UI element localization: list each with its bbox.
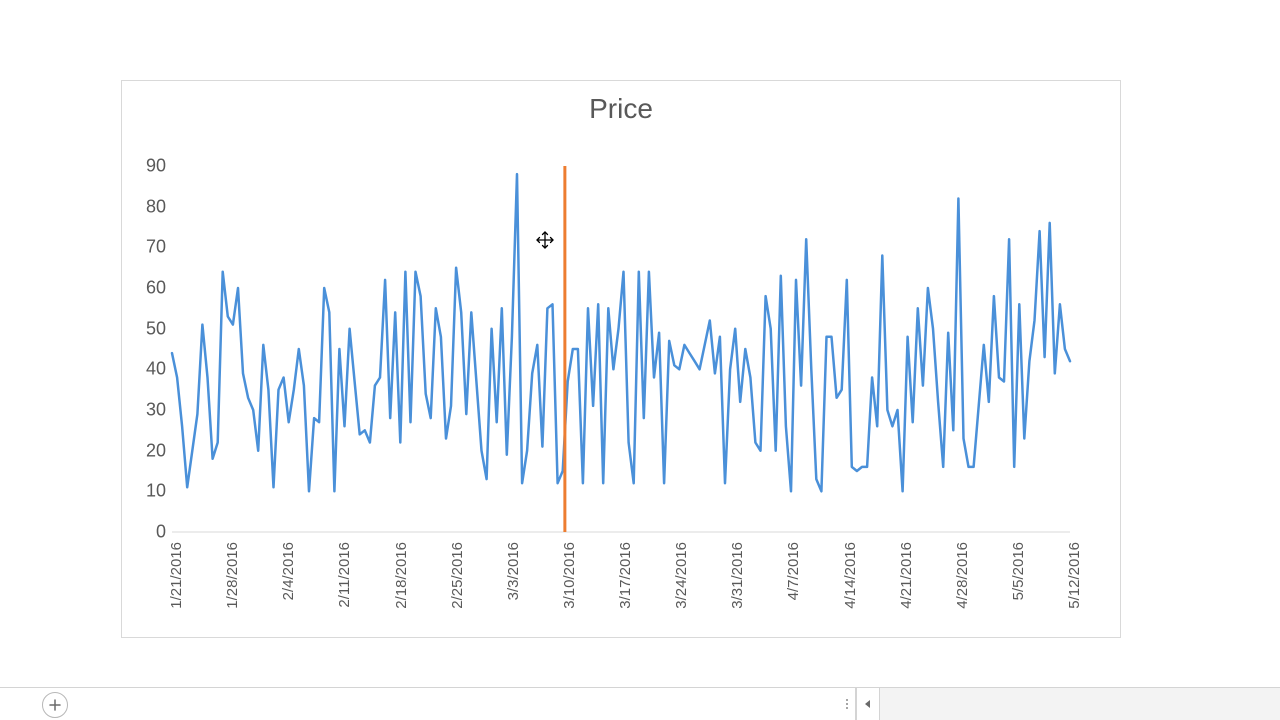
- x-tick-label: 5/5/2016: [1010, 542, 1027, 600]
- y-tick-label: 60: [146, 278, 166, 299]
- x-tick-label: 2/25/2016: [449, 542, 466, 609]
- y-tick-label: 0: [156, 522, 166, 543]
- triangle-left-icon: [863, 699, 873, 709]
- y-tick-label: 70: [146, 237, 166, 258]
- x-tick-label: 2/4/2016: [280, 542, 297, 600]
- plot-area: 01020304050607080901/21/20161/28/20162/4…: [172, 166, 1070, 532]
- x-tick-label: 5/12/2016: [1066, 542, 1083, 609]
- y-tick-label: 10: [146, 481, 166, 502]
- x-tick-label: 4/21/2016: [898, 542, 915, 609]
- x-tick-label: 1/21/2016: [168, 542, 185, 609]
- x-tick-label: 3/10/2016: [561, 542, 578, 609]
- x-tick-label: 3/24/2016: [673, 542, 690, 609]
- chart-frame[interactable]: Price 01020304050607080901/21/20161/28/2…: [121, 80, 1121, 638]
- x-tick-label: 1/28/2016: [224, 542, 241, 609]
- x-tick-label: 2/18/2016: [393, 542, 410, 609]
- x-tick-label: 3/17/2016: [617, 542, 634, 609]
- y-tick-label: 80: [146, 196, 166, 217]
- chart-svg: [172, 166, 1070, 532]
- chart-title: Price: [122, 93, 1120, 125]
- y-tick-label: 40: [146, 359, 166, 380]
- y-tick-label: 90: [146, 156, 166, 177]
- bottom-bar: [0, 687, 1280, 720]
- x-tick-label: 4/7/2016: [785, 542, 802, 600]
- y-tick-label: 20: [146, 440, 166, 461]
- y-tick-label: 50: [146, 318, 166, 339]
- add-sheet-button[interactable]: [42, 692, 68, 718]
- x-tick-label: 3/31/2016: [729, 542, 746, 609]
- x-tick-label: 4/28/2016: [954, 542, 971, 609]
- plus-icon: [49, 699, 61, 711]
- x-tick-label: 2/11/2016: [336, 542, 353, 608]
- pane-resize-grip[interactable]: [839, 688, 855, 720]
- hscroll-left-button[interactable]: [856, 688, 880, 720]
- x-tick-label: 3/3/2016: [505, 542, 522, 600]
- y-tick-label: 30: [146, 400, 166, 421]
- x-tick-label: 4/14/2016: [842, 542, 859, 609]
- price-line: [172, 174, 1070, 491]
- hscroll-track[interactable]: [880, 688, 1280, 720]
